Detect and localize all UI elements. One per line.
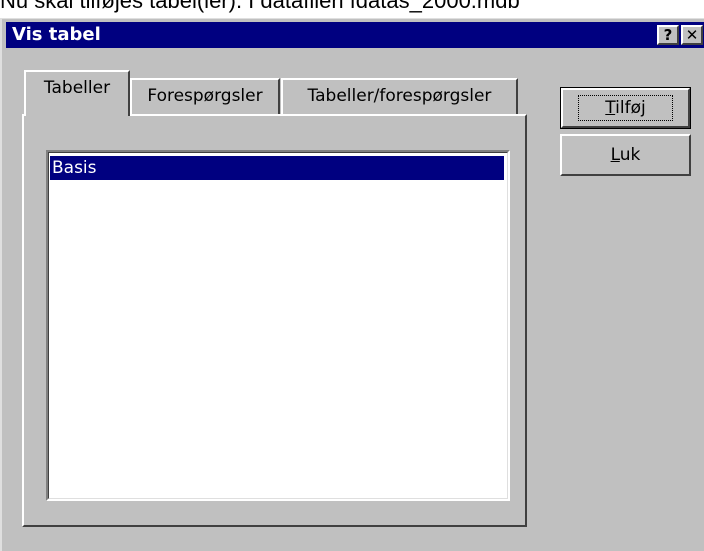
- tilfoej-button-face: Tilføj: [561, 88, 690, 128]
- tilfoej-mnemonic: T: [605, 98, 616, 118]
- focus-rectangle: Tilføj: [578, 95, 673, 121]
- tilfoej-label: ilføj: [615, 98, 646, 118]
- window-title: Vis tabel: [12, 24, 101, 45]
- table-list[interactable]: Basis: [46, 150, 510, 501]
- tab-tabeller-forespoergsler-label: Tabeller/forespørgsler: [307, 86, 492, 106]
- luk-button[interactable]: Luk: [560, 134, 691, 176]
- tab-tabeller-forespoergsler[interactable]: Tabeller/forespørgsler: [281, 78, 518, 114]
- background-caption-text: Nu skal tilføjes tabel(ler). I datafilen…: [0, 0, 520, 13]
- tab-tabeller[interactable]: Tabeller: [24, 70, 130, 116]
- luk-label: uk: [619, 145, 641, 165]
- help-icon[interactable]: ?: [657, 25, 679, 45]
- table-list-border: [48, 152, 508, 499]
- title-bar[interactable]: Vis tabel ? ✕: [6, 22, 704, 48]
- close-icon[interactable]: ✕: [681, 25, 703, 45]
- tilfoej-button[interactable]: Tilføj: [560, 87, 691, 129]
- tab-forespoergsler-label: Forespørgsler: [147, 86, 263, 106]
- tab-tabeller-label: Tabeller: [43, 78, 111, 98]
- luk-mnemonic: L: [610, 145, 620, 165]
- list-item-basis[interactable]: Basis: [50, 156, 504, 180]
- tab-forespoergsler[interactable]: Forespørgsler: [130, 78, 280, 114]
